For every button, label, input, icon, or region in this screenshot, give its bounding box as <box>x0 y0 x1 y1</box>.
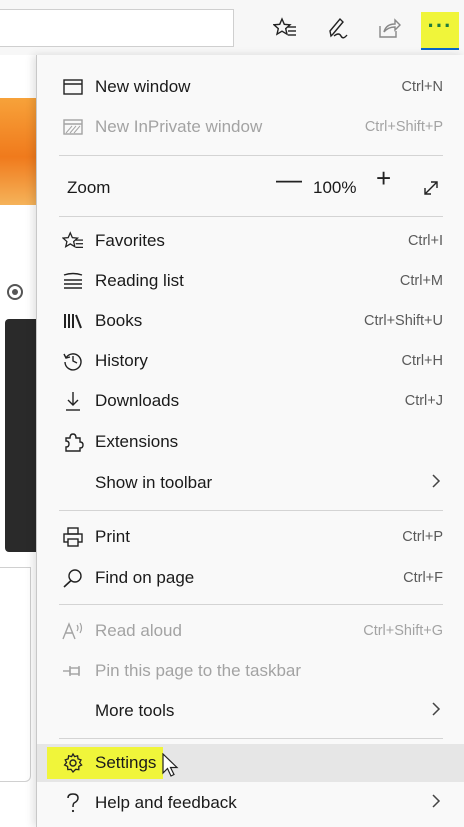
download-icon <box>61 389 85 413</box>
page-settings-icon <box>7 284 23 300</box>
pin-icon <box>61 659 85 683</box>
zoom-in-button[interactable]: + <box>376 165 391 191</box>
address-bar[interactable] <box>0 9 234 47</box>
menu-item-more-tools[interactable]: More tools <box>37 692 464 730</box>
menu-shortcut: Ctrl+N <box>401 79 444 95</box>
fullscreen-icon[interactable] <box>420 177 442 199</box>
menu-item-pin-to-taskbar[interactable]: Pin this page to the taskbar <box>37 652 464 690</box>
menu-label: History <box>95 351 148 370</box>
menu-item-history[interactable]: History Ctrl+H <box>37 342 464 380</box>
menu-shortcut: Ctrl+M <box>399 273 443 289</box>
menu-shortcut: Ctrl+Shift+G <box>363 623 443 639</box>
menu-label: Extensions <box>95 432 179 451</box>
books-icon <box>61 309 85 333</box>
menu-divider <box>59 216 443 217</box>
menu-item-settings[interactable]: Settings <box>37 744 464 782</box>
more-dots-icon: ··· <box>427 13 453 38</box>
mouse-cursor-icon <box>162 752 180 784</box>
active-indicator <box>421 48 459 50</box>
share-icon <box>377 17 401 39</box>
menu-shortcut: Ctrl+Shift+U <box>364 313 443 329</box>
menu-shortcut: Ctrl+F <box>403 570 443 586</box>
menu-item-extensions[interactable]: Extensions <box>37 423 464 461</box>
printer-icon <box>61 525 85 549</box>
zoom-out-button[interactable]: — <box>276 166 302 192</box>
page-card <box>0 567 31 782</box>
page-dark-panel <box>5 319 36 552</box>
reading-list-icon <box>61 269 85 293</box>
menu-item-zoom: Zoom — 100% + <box>37 165 464 208</box>
chevron-right-icon <box>431 793 441 814</box>
puzzle-icon <box>61 430 85 454</box>
menu-item-help-and-feedback[interactable]: Help and feedback <box>37 784 464 822</box>
chevron-right-icon <box>431 701 441 722</box>
menu-label: Books <box>95 311 143 330</box>
menu-label: New InPrivate window <box>95 117 263 136</box>
menu-item-new-inprivate-window[interactable]: New InPrivate window Ctrl+Shift+P <box>37 108 464 146</box>
menu-divider <box>59 738 443 739</box>
menu-label: Read aloud <box>95 621 182 640</box>
menu-item-downloads[interactable]: Downloads Ctrl+J <box>37 382 464 420</box>
menu-label: Settings <box>95 753 157 772</box>
menu-divider <box>59 155 443 156</box>
menu-item-books[interactable]: Books Ctrl+Shift+U <box>37 302 464 340</box>
window-icon <box>61 75 85 99</box>
gear-icon <box>61 751 85 775</box>
question-icon <box>61 791 85 815</box>
page-banner-image <box>0 98 36 205</box>
pen-icon <box>325 16 349 40</box>
browser-menu: New window Ctrl+N New InPrivate window C… <box>36 55 464 827</box>
menu-item-print[interactable]: Print Ctrl+P <box>37 518 464 556</box>
menu-label: Help and feedback <box>95 793 237 812</box>
menu-label: Print <box>95 527 130 546</box>
menu-divider <box>59 604 443 605</box>
menu-item-reading-list[interactable]: Reading list Ctrl+M <box>37 262 464 300</box>
menu-label: Downloads <box>95 391 180 410</box>
zoom-level: 100% <box>313 178 357 197</box>
history-icon <box>61 349 85 373</box>
zoom-label: Zoom <box>67 178 111 197</box>
menu-label: Favorites <box>95 231 165 250</box>
menu-item-new-window[interactable]: New window Ctrl+N <box>37 68 464 106</box>
browser-toolbar: ··· <box>0 0 464 55</box>
menu-shortcut: Ctrl+J <box>404 393 443 409</box>
menu-label: Show in toolbar <box>95 473 213 492</box>
more-button[interactable]: ··· <box>421 12 459 48</box>
inprivate-icon <box>61 115 85 139</box>
menu-label: Pin this page to the taskbar <box>95 661 302 680</box>
read-aloud-icon <box>61 619 85 643</box>
menu-item-show-in-toolbar[interactable]: Show in toolbar <box>37 464 464 502</box>
menu-shortcut: Ctrl+Shift+P <box>364 119 443 135</box>
menu-shortcut: Ctrl+I <box>407 233 443 249</box>
menu-shortcut: Ctrl+H <box>401 353 444 369</box>
menu-shortcut: Ctrl+P <box>402 529 443 545</box>
search-icon <box>61 566 85 590</box>
menu-item-read-aloud[interactable]: Read aloud Ctrl+Shift+G <box>37 612 464 650</box>
share-button[interactable] <box>372 13 406 43</box>
star-list-icon <box>273 17 297 39</box>
chevron-right-icon <box>431 473 441 494</box>
menu-label: Reading list <box>95 271 184 290</box>
menu-label: Find on page <box>95 568 195 587</box>
menu-divider <box>59 510 443 511</box>
notes-button[interactable] <box>320 13 354 43</box>
menu-label: More tools <box>95 701 175 720</box>
favorites-button[interactable] <box>268 13 302 43</box>
menu-label: New window <box>95 77 191 96</box>
menu-item-favorites[interactable]: Favorites Ctrl+I <box>37 222 464 260</box>
menu-item-find-on-page[interactable]: Find on page Ctrl+F <box>37 559 464 597</box>
star-list-icon <box>61 229 85 253</box>
